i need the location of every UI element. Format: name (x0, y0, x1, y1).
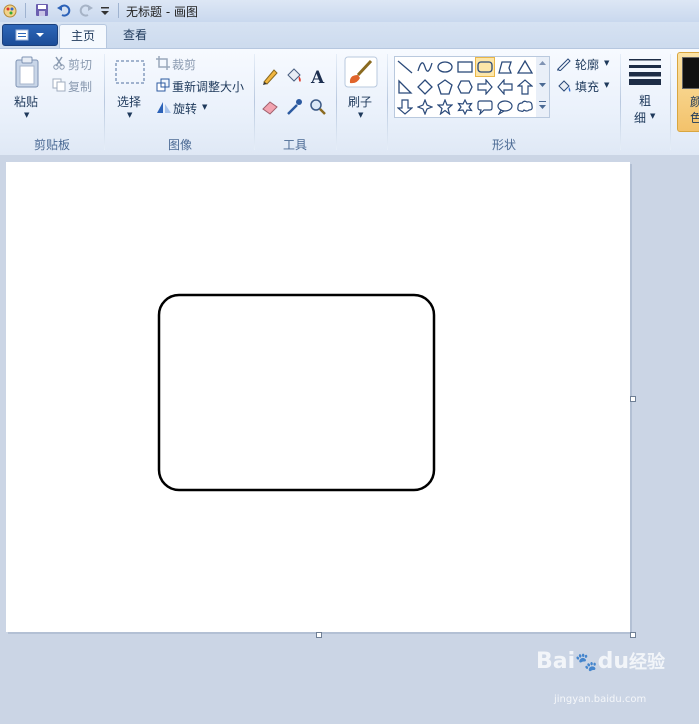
save-icon[interactable] (34, 2, 50, 18)
expand-gallery-icon (539, 105, 546, 109)
right-arrow-shape-icon[interactable] (475, 77, 495, 97)
color-picker-icon[interactable] (284, 97, 304, 117)
curve-shape-icon[interactable] (415, 57, 435, 77)
file-menu-button[interactable] (2, 24, 58, 46)
up-arrow-shape-icon[interactable] (515, 77, 535, 97)
pencil-icon[interactable] (260, 66, 280, 86)
group-divider (670, 54, 671, 150)
divider (25, 3, 26, 18)
scroll-up-icon (539, 61, 546, 65)
down-arrow-shape-icon[interactable] (395, 97, 415, 117)
paste-button[interactable]: 粘贴 (14, 93, 38, 110)
right-triangle-shape-icon[interactable] (395, 77, 415, 97)
color1-button[interactable]: 颜 色 (677, 52, 699, 132)
hexagon-shape-icon[interactable] (455, 77, 475, 97)
outline-button[interactable]: 轮廓 (575, 56, 599, 73)
left-arrow-shape-icon[interactable] (495, 77, 515, 97)
resize-handle-right[interactable] (630, 396, 636, 402)
six-point-star-shape-icon[interactable] (455, 97, 475, 117)
crop-button[interactable]: 裁剪 (172, 56, 196, 73)
fill-icon (556, 79, 572, 96)
watermark-logo: Bai🐾du经验 (536, 649, 665, 674)
divider (118, 3, 119, 18)
color1-label-bottom: 色 (690, 111, 699, 125)
resize-handle-corner[interactable] (630, 632, 636, 638)
shapes-group-label: 形状 (491, 138, 516, 152)
customize-toolbar-icon[interactable] (99, 2, 115, 18)
group-divider (387, 54, 388, 150)
paint-app-icon[interactable] (2, 2, 18, 18)
chevron-down-icon[interactable]: ▼ (202, 103, 207, 111)
tab-view[interactable]: 查看 (112, 24, 158, 48)
clipboard-group-label: 剪贴板 (33, 138, 70, 152)
copy-icon (52, 78, 66, 95)
select-button[interactable]: 选择 (117, 93, 141, 110)
undo-icon[interactable] (56, 2, 72, 18)
four-point-star-shape-icon[interactable] (415, 97, 435, 117)
oval-callout-shape-icon[interactable] (495, 97, 515, 117)
select-icon[interactable] (114, 58, 146, 89)
rectangle-shape-icon[interactable] (455, 57, 475, 77)
pentagon-shape-icon[interactable] (435, 77, 455, 97)
line-size-icon[interactable] (628, 58, 662, 89)
rotate-button[interactable]: 旋转 (173, 100, 197, 117)
svg-text:A: A (310, 68, 325, 86)
line-shape-icon[interactable] (395, 57, 415, 77)
chevron-down-icon[interactable]: ▼ (24, 111, 29, 119)
image-group-label: 图像 (167, 138, 192, 152)
diamond-shape-icon[interactable] (415, 77, 435, 97)
magnifier-icon[interactable] (308, 97, 328, 117)
crop-icon (156, 56, 170, 73)
color1-swatch (682, 57, 699, 89)
size-label-bottom[interactable]: 细 (634, 109, 646, 126)
watermark-url: jingyan.baidu.com (554, 694, 647, 705)
tab-home[interactable]: 主页 (59, 24, 107, 49)
outline-icon (556, 57, 572, 74)
title-bar: 无标题 - 画图 (0, 0, 699, 23)
resize-handle-bottom[interactable] (316, 632, 322, 638)
triangle-shape-icon[interactable] (515, 57, 535, 77)
text-tool-icon[interactable]: A (308, 66, 328, 88)
tools-group-label: 工具 (282, 138, 307, 152)
chevron-down-icon[interactable]: ▼ (650, 112, 655, 120)
rotate-icon (156, 100, 172, 117)
polygon-shape-icon[interactable] (495, 57, 515, 77)
group-divider (336, 54, 337, 150)
five-point-star-shape-icon[interactable] (435, 97, 455, 117)
drawing-canvas[interactable] (6, 162, 630, 632)
rounded-rectangle-shape-icon[interactable] (475, 57, 495, 77)
fill-button[interactable]: 填充 (575, 78, 599, 95)
copy-button[interactable]: 复制 (68, 78, 92, 95)
scroll-down-icon (539, 83, 546, 87)
group-divider (620, 54, 621, 150)
group-divider (104, 54, 105, 150)
cloud-callout-shape-icon[interactable] (515, 97, 535, 117)
redo-icon[interactable] (78, 2, 94, 18)
rounded-rectangle-drawing (157, 293, 436, 492)
eraser-icon[interactable] (260, 97, 280, 117)
chevron-down-icon[interactable]: ▼ (604, 81, 609, 89)
resize-button[interactable]: 重新调整大小 (172, 78, 244, 95)
resize-icon (156, 78, 170, 95)
chevron-down-icon[interactable]: ▼ (604, 59, 609, 67)
fill-bucket-icon[interactable] (284, 66, 304, 86)
shapes-gallery-scrollbar[interactable] (536, 56, 550, 118)
cut-button[interactable]: 剪切 (68, 56, 92, 73)
file-menu-icon (15, 29, 44, 41)
chevron-down-icon[interactable]: ▼ (127, 111, 132, 119)
chevron-down-icon[interactable]: ▼ (358, 111, 363, 119)
group-divider (254, 54, 255, 150)
color1-label-top: 颜 (690, 95, 699, 109)
brush-icon[interactable] (344, 56, 378, 91)
brushes-button[interactable]: 刷子 (348, 93, 372, 110)
shapes-gallery (394, 56, 538, 118)
cut-icon (52, 56, 66, 73)
size-label-top[interactable]: 粗 (639, 92, 651, 109)
rounded-callout-shape-icon[interactable] (475, 97, 495, 117)
paste-icon[interactable] (13, 56, 41, 91)
oval-shape-icon[interactable] (435, 57, 455, 77)
window-title: 无标题 - 画图 (126, 5, 198, 19)
